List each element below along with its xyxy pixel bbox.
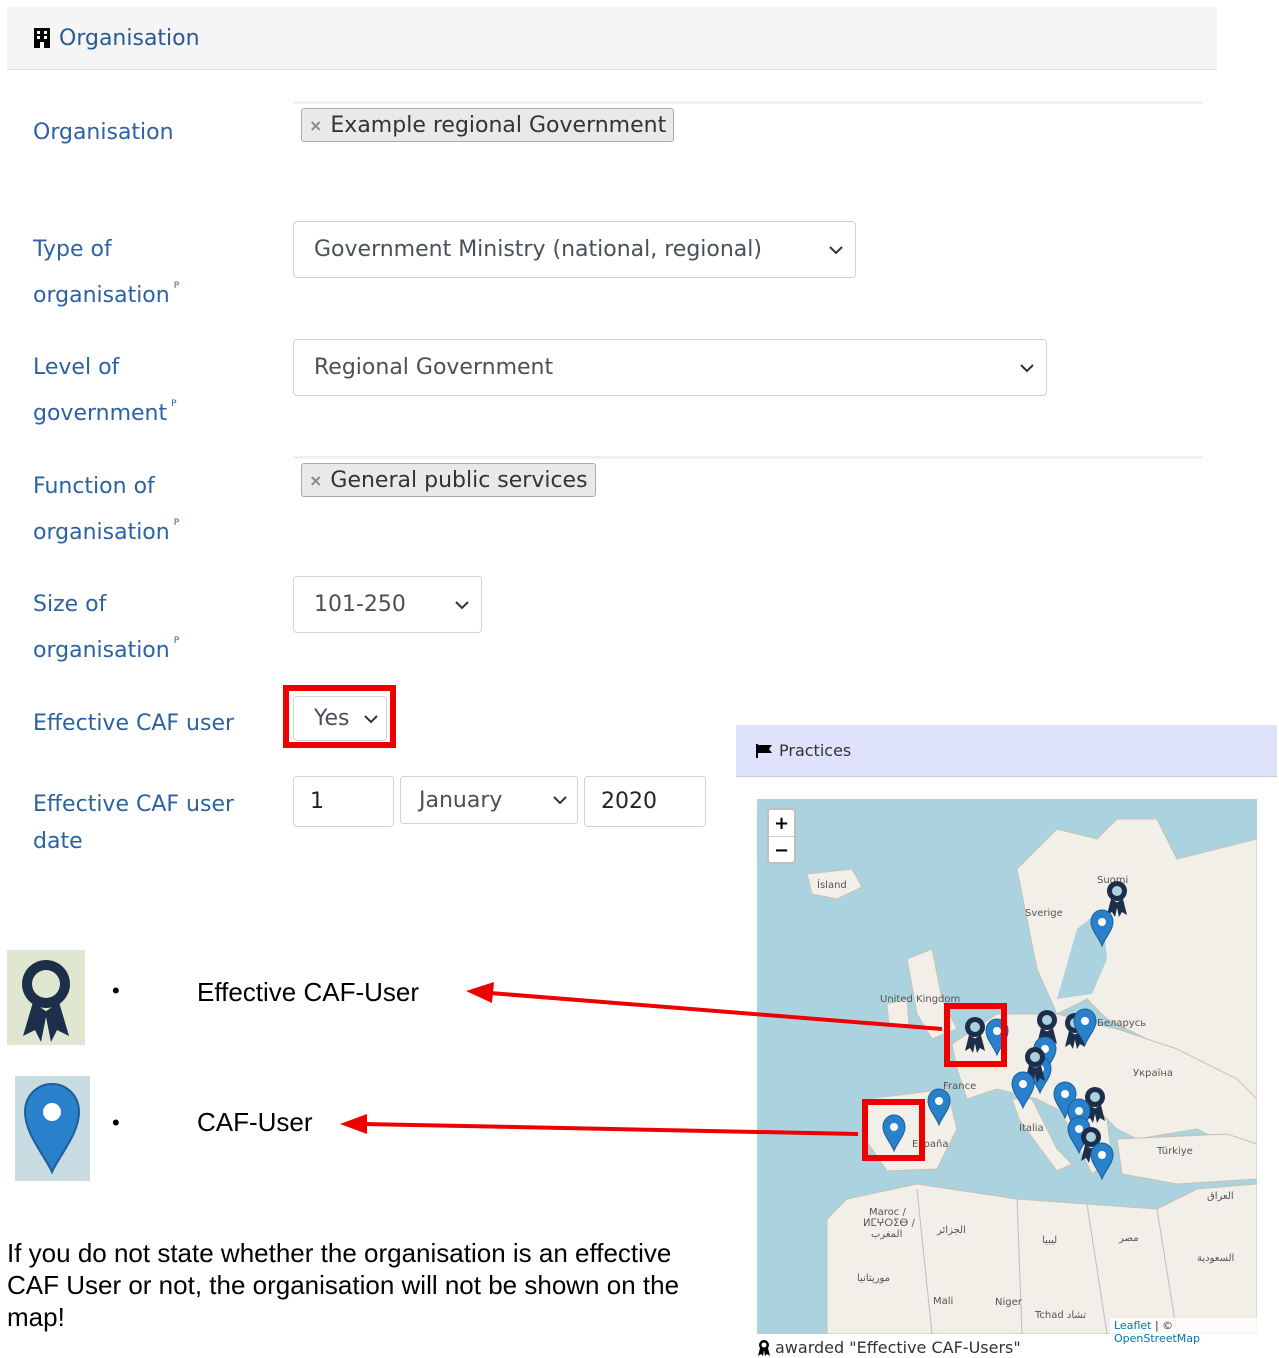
practices-header: Practices	[736, 725, 1277, 777]
effective-caf-user-legend-icon	[7, 950, 85, 1045]
awarded-caption: awarded "Effective CAF-Users"	[757, 1338, 1021, 1357]
organisation-label: Organisation	[33, 120, 174, 145]
date-day-input[interactable]: 1	[293, 776, 394, 827]
effective-caf-user-label: Effective CAF user	[33, 711, 235, 736]
flag-icon	[756, 743, 773, 758]
organisation-tag[interactable]: × Example regional Government	[301, 108, 675, 142]
award-marker	[1107, 881, 1127, 917]
function-tag[interactable]: × General public services	[301, 463, 596, 497]
pin-marker	[927, 1088, 951, 1126]
function-of-organisation-label: Function of organisation P	[33, 474, 180, 545]
practices-title: Practices	[779, 741, 852, 760]
caf-user-legend-icon	[15, 1076, 90, 1181]
award-ribbon-icon	[7, 950, 85, 1045]
chevron-down-icon	[455, 600, 469, 609]
level-of-government-label: Level of government P	[33, 355, 177, 426]
function-tag-select[interactable]: × General public services	[293, 456, 1203, 506]
highlight-box-effective	[944, 1003, 1007, 1067]
legend-caf-user: CAF-User	[197, 1107, 313, 1137]
organisation-card-header: Organisation	[7, 7, 1217, 70]
map-marker-icon	[15, 1076, 90, 1181]
pin-marker	[1011, 1071, 1035, 1109]
legend-effective-caf-user: Effective CAF-User	[197, 977, 420, 1007]
level-of-government-select[interactable]: Regional Government	[293, 339, 1047, 396]
chevron-down-icon	[1020, 363, 1034, 372]
chevron-down-icon	[364, 714, 378, 723]
tag-remove-icon[interactable]: ×	[309, 116, 322, 135]
size-of-organisation-label: Size of organisation P	[33, 592, 180, 663]
legend-bullet: •	[112, 978, 120, 1003]
level-of-government-value: Regional Government	[314, 355, 554, 380]
effective-caf-user-select[interactable]: Yes	[293, 696, 387, 741]
zoom-control: + −	[767, 808, 796, 864]
chevron-down-icon	[553, 796, 567, 805]
openstreetmap-link[interactable]: OpenStreetMap	[1114, 1332, 1200, 1345]
card-title: Organisation	[59, 25, 200, 51]
date-month-value: January	[419, 787, 503, 813]
chevron-down-icon	[829, 245, 843, 254]
legend-bullet: •	[112, 1110, 120, 1135]
date-year-input[interactable]: 2020	[584, 776, 706, 827]
highlight-box-caf-user	[862, 1099, 925, 1161]
pin-marker	[1090, 909, 1114, 947]
effective-caf-user-date-label: Effective CAF user date	[33, 792, 235, 854]
type-of-organisation-select[interactable]: Government Ministry (national, regional)	[293, 221, 856, 278]
function-tag-text: General public services	[330, 467, 588, 493]
size-of-organisation-select[interactable]: 101-250	[293, 576, 482, 633]
practices-map[interactable]: Ísland Sverige Suomi United Kingdom Бела…	[757, 799, 1257, 1334]
info-note: If you do not state whether the organisa…	[7, 1238, 680, 1332]
pin-marker	[1090, 1142, 1114, 1180]
zoom-out-button[interactable]: −	[769, 836, 794, 863]
building-icon	[33, 28, 51, 48]
map-attribution: Leaflet | © OpenStreetMap	[1110, 1318, 1257, 1345]
arrow-head	[340, 1114, 367, 1134]
map-markers	[882, 881, 1127, 1180]
organisation-tag-select[interactable]: × Example regional Government	[293, 101, 1203, 151]
date-month-select[interactable]: January	[400, 776, 578, 824]
effective-caf-user-value: Yes	[314, 706, 350, 731]
type-of-organisation-label: Type of organisation P	[33, 237, 180, 308]
arrow-head	[466, 982, 494, 1003]
type-of-organisation-value: Government Ministry (national, regional)	[314, 237, 762, 262]
organisation-tag-text: Example regional Government	[330, 112, 667, 138]
leaflet-link[interactable]: Leaflet	[1114, 1319, 1151, 1332]
award-icon	[758, 1339, 770, 1356]
size-of-organisation-value: 101-250	[314, 592, 406, 617]
zoom-in-button[interactable]: +	[769, 810, 794, 836]
tag-remove-icon[interactable]: ×	[309, 471, 322, 490]
